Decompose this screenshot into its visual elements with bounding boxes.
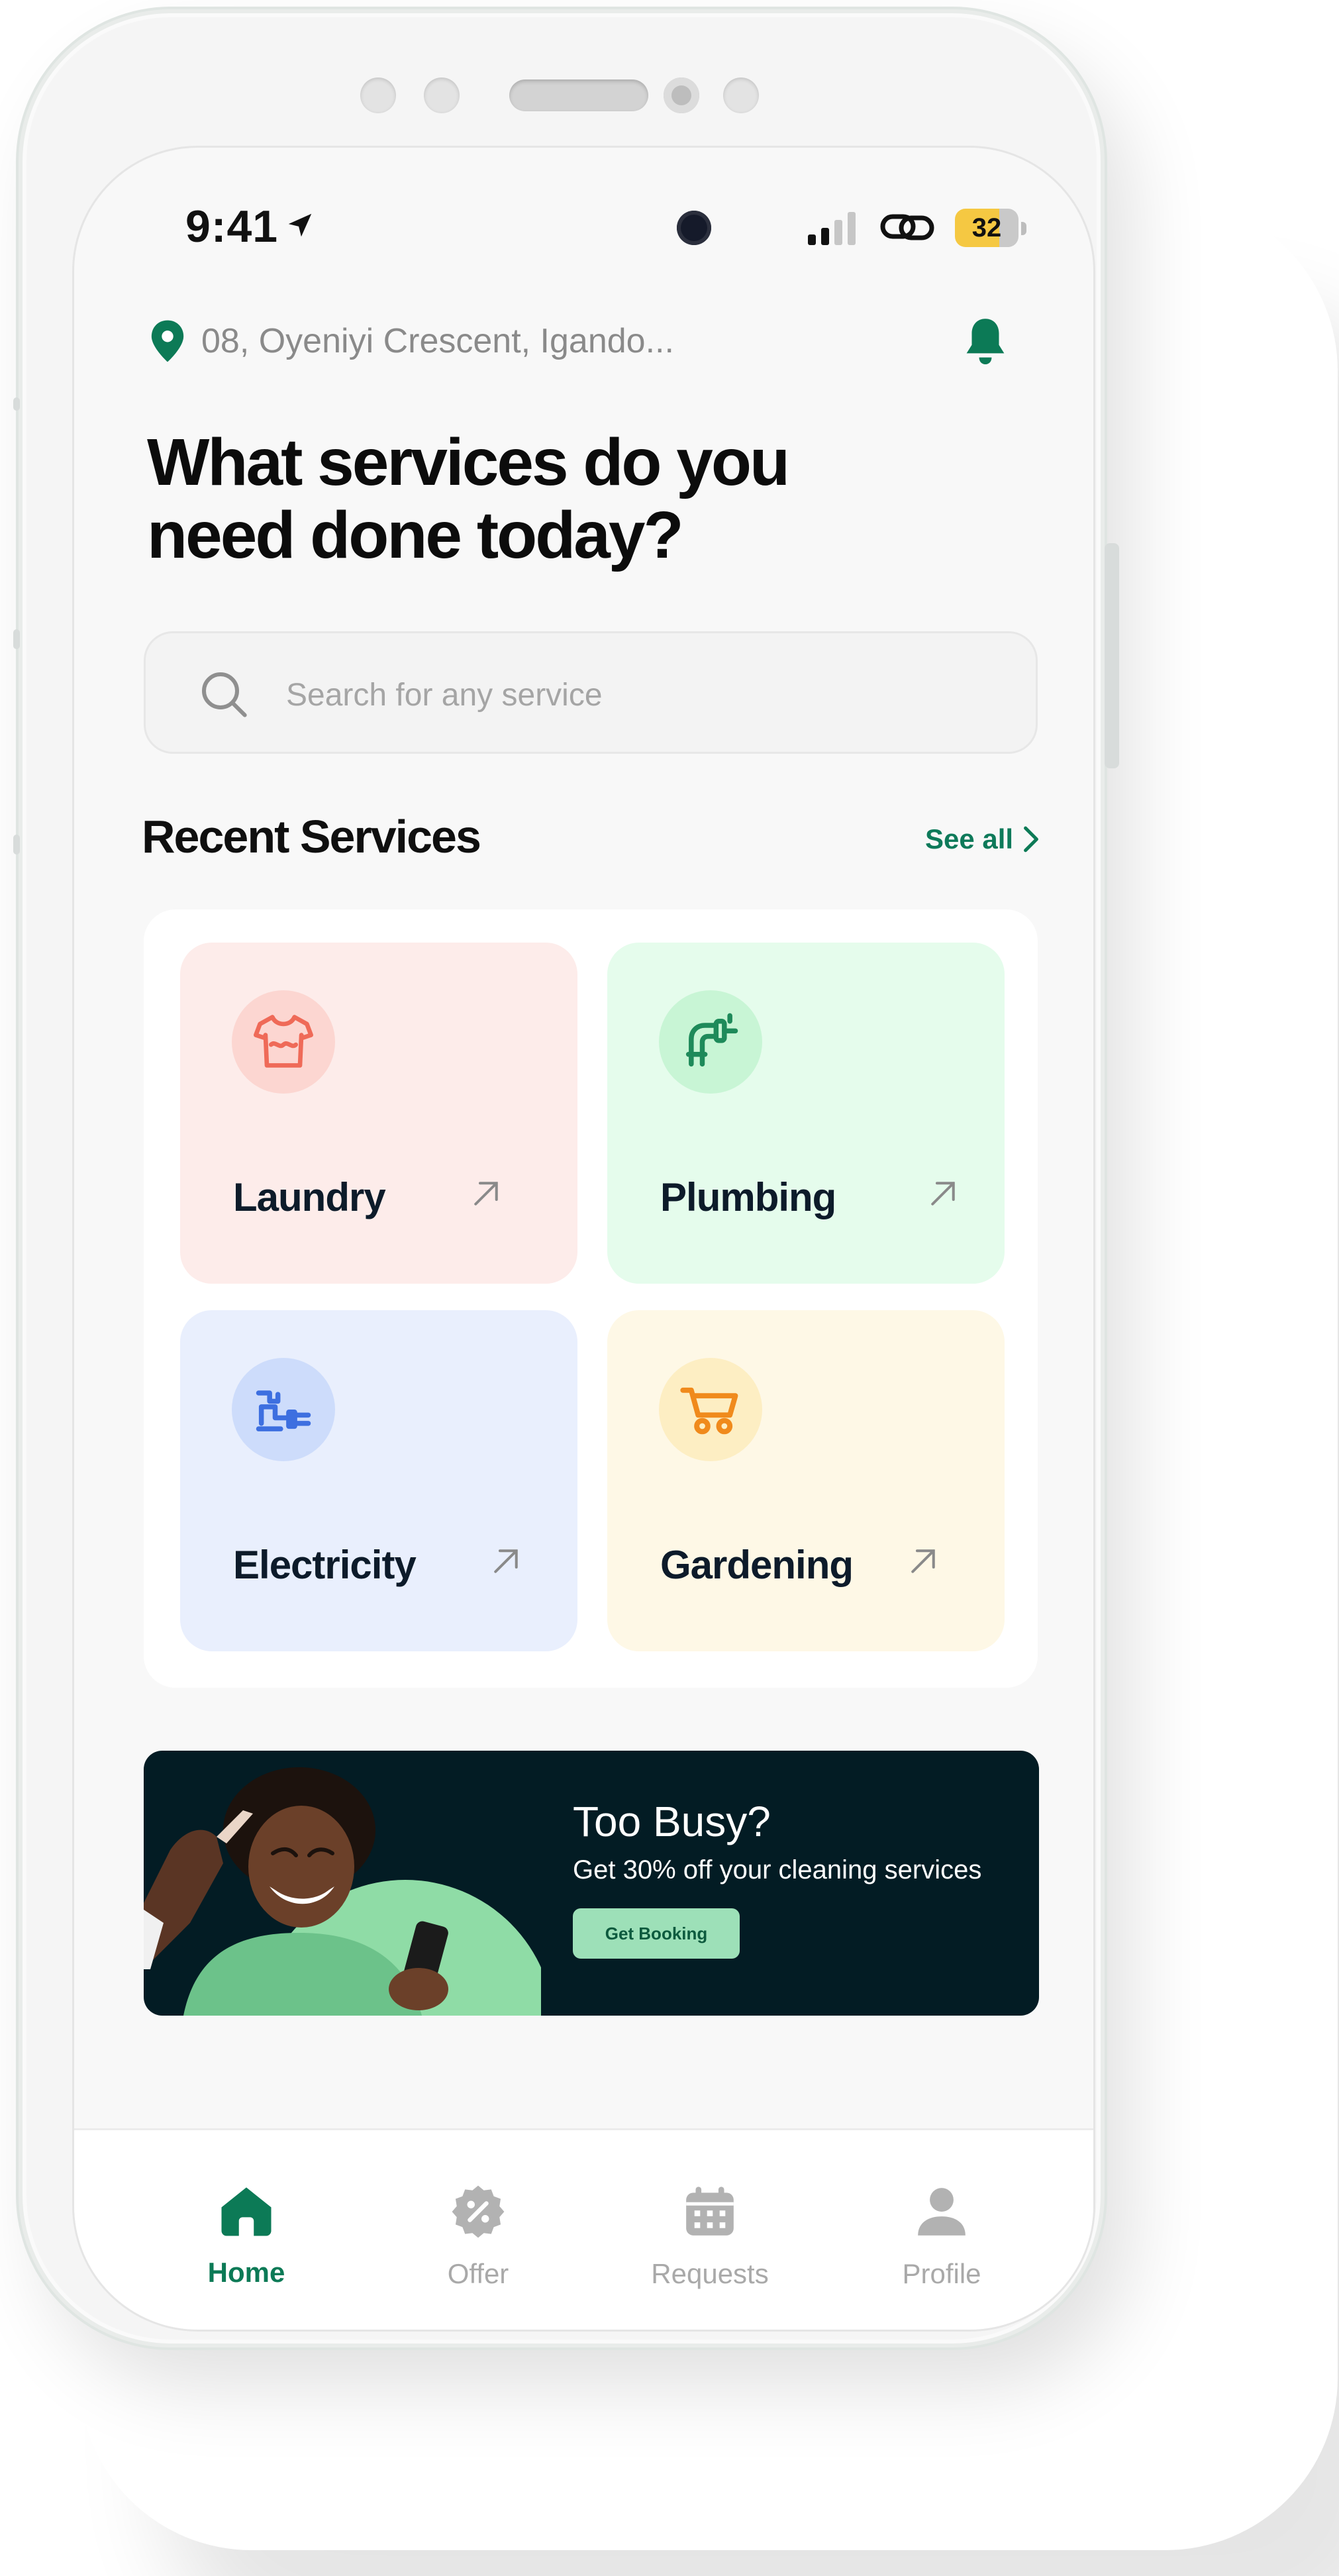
- service-tile-gardening[interactable]: Gardening: [607, 1310, 1005, 1651]
- tab-label-profile: Profile: [902, 2258, 981, 2289]
- volume-up-button: [13, 629, 20, 649]
- map-pin-icon: [151, 320, 184, 362]
- arrow-up-right-icon: [931, 1182, 955, 1206]
- service-label-laundry: Laundry: [233, 1175, 386, 1219]
- chevron-right-icon: [1024, 826, 1039, 852]
- tab-label-offer: Offer: [447, 2258, 509, 2289]
- address-text: 08, Oyeniyi Crescent, Igando...: [201, 322, 674, 360]
- service-tile-plumbing[interactable]: Plumbing: [607, 943, 1005, 1284]
- battery-indicator: 32: [955, 209, 1018, 247]
- location-row[interactable]: 08, Oyeniyi Crescent, Igando...: [148, 319, 674, 364]
- service-icon-circle: [659, 990, 762, 1094]
- battery-tip: [1021, 222, 1026, 235]
- service-icon-circle: [232, 1358, 335, 1461]
- service-label-electricity: Electricity: [233, 1543, 417, 1587]
- get-booking-button[interactable]: Get Booking: [573, 1908, 740, 1959]
- search-icon: [202, 672, 247, 717]
- see-all-link[interactable]: See all: [925, 823, 1040, 855]
- earpiece-speaker: [509, 79, 648, 111]
- signal-strength-icon: [808, 212, 856, 245]
- tshirt-icon: [254, 1015, 313, 1068]
- tab-label-home: Home: [207, 2257, 285, 2288]
- wheelbarrow-icon: [680, 1387, 738, 1435]
- front-camera-lens: [664, 77, 699, 113]
- tab-home[interactable]: Home: [160, 2183, 332, 2289]
- search-input[interactable]: [285, 668, 950, 722]
- service-icon-circle: [232, 990, 335, 1094]
- search-bar[interactable]: [144, 631, 1038, 754]
- service-tile-electricity[interactable]: Electricity: [180, 1310, 577, 1651]
- arrow-up-right-icon: [911, 1549, 935, 1573]
- faucet-icon: [685, 1013, 738, 1067]
- app-screen: 9:41 32 08, Oyeniyi Crescent, Igando...: [72, 146, 1095, 2332]
- section-title-recent-services: Recent Services: [142, 811, 481, 862]
- dynamic-island-camera: [677, 211, 711, 245]
- tab-profile[interactable]: Profile: [856, 2183, 1028, 2290]
- headline-line-2: need done today?: [147, 498, 684, 572]
- arrow-up-right-icon: [474, 1182, 498, 1206]
- front-sensor: [360, 77, 396, 113]
- bottom-tab-bar: Home Offer Requests Profile: [74, 2128, 1093, 2330]
- link-icon: [880, 214, 934, 240]
- volume-down-button: [13, 835, 20, 854]
- location-arrow-icon: [288, 213, 312, 237]
- power-button: [1105, 543, 1119, 768]
- recent-services-grid: Laundry Plumbing Electricity Gardening: [144, 909, 1038, 1688]
- promo-illustration: [144, 1767, 541, 2016]
- plug-icon: [256, 1390, 311, 1431]
- headline-line-1: What services do you: [147, 425, 790, 499]
- tab-offer[interactable]: Offer: [392, 2183, 564, 2290]
- promo-banner[interactable]: Too Busy? Get 30% off your cleaning serv…: [144, 1751, 1039, 2016]
- see-all-label: See all: [925, 823, 1014, 854]
- calendar-icon: [686, 2187, 734, 2236]
- page-headline: What services do you need done today?: [147, 426, 809, 572]
- tab-requests[interactable]: Requests: [624, 2183, 796, 2290]
- promo-subtitle: Get 30% off your cleaning services: [573, 1855, 982, 1884]
- arrow-up-right-icon: [494, 1549, 518, 1573]
- service-tile-laundry[interactable]: Laundry: [180, 943, 577, 1284]
- phone-frame: 9:41 32 08, Oyeniyi Crescent, Igando...: [13, 9, 1119, 2347]
- front-sensor: [424, 77, 460, 113]
- notification-bell-icon[interactable]: [960, 315, 1011, 369]
- silent-switch: [13, 397, 20, 411]
- home-icon: [221, 2187, 272, 2236]
- status-time: 9:41: [185, 201, 279, 252]
- front-sensor: [723, 77, 759, 113]
- tab-label-requests: Requests: [651, 2258, 769, 2289]
- promo-title: Too Busy?: [573, 1798, 771, 1845]
- service-icon-circle: [659, 1358, 762, 1461]
- service-label-plumbing: Plumbing: [660, 1175, 836, 1219]
- offer-badge-icon: [452, 2185, 505, 2238]
- person-icon: [918, 2188, 966, 2236]
- service-label-gardening: Gardening: [660, 1543, 854, 1587]
